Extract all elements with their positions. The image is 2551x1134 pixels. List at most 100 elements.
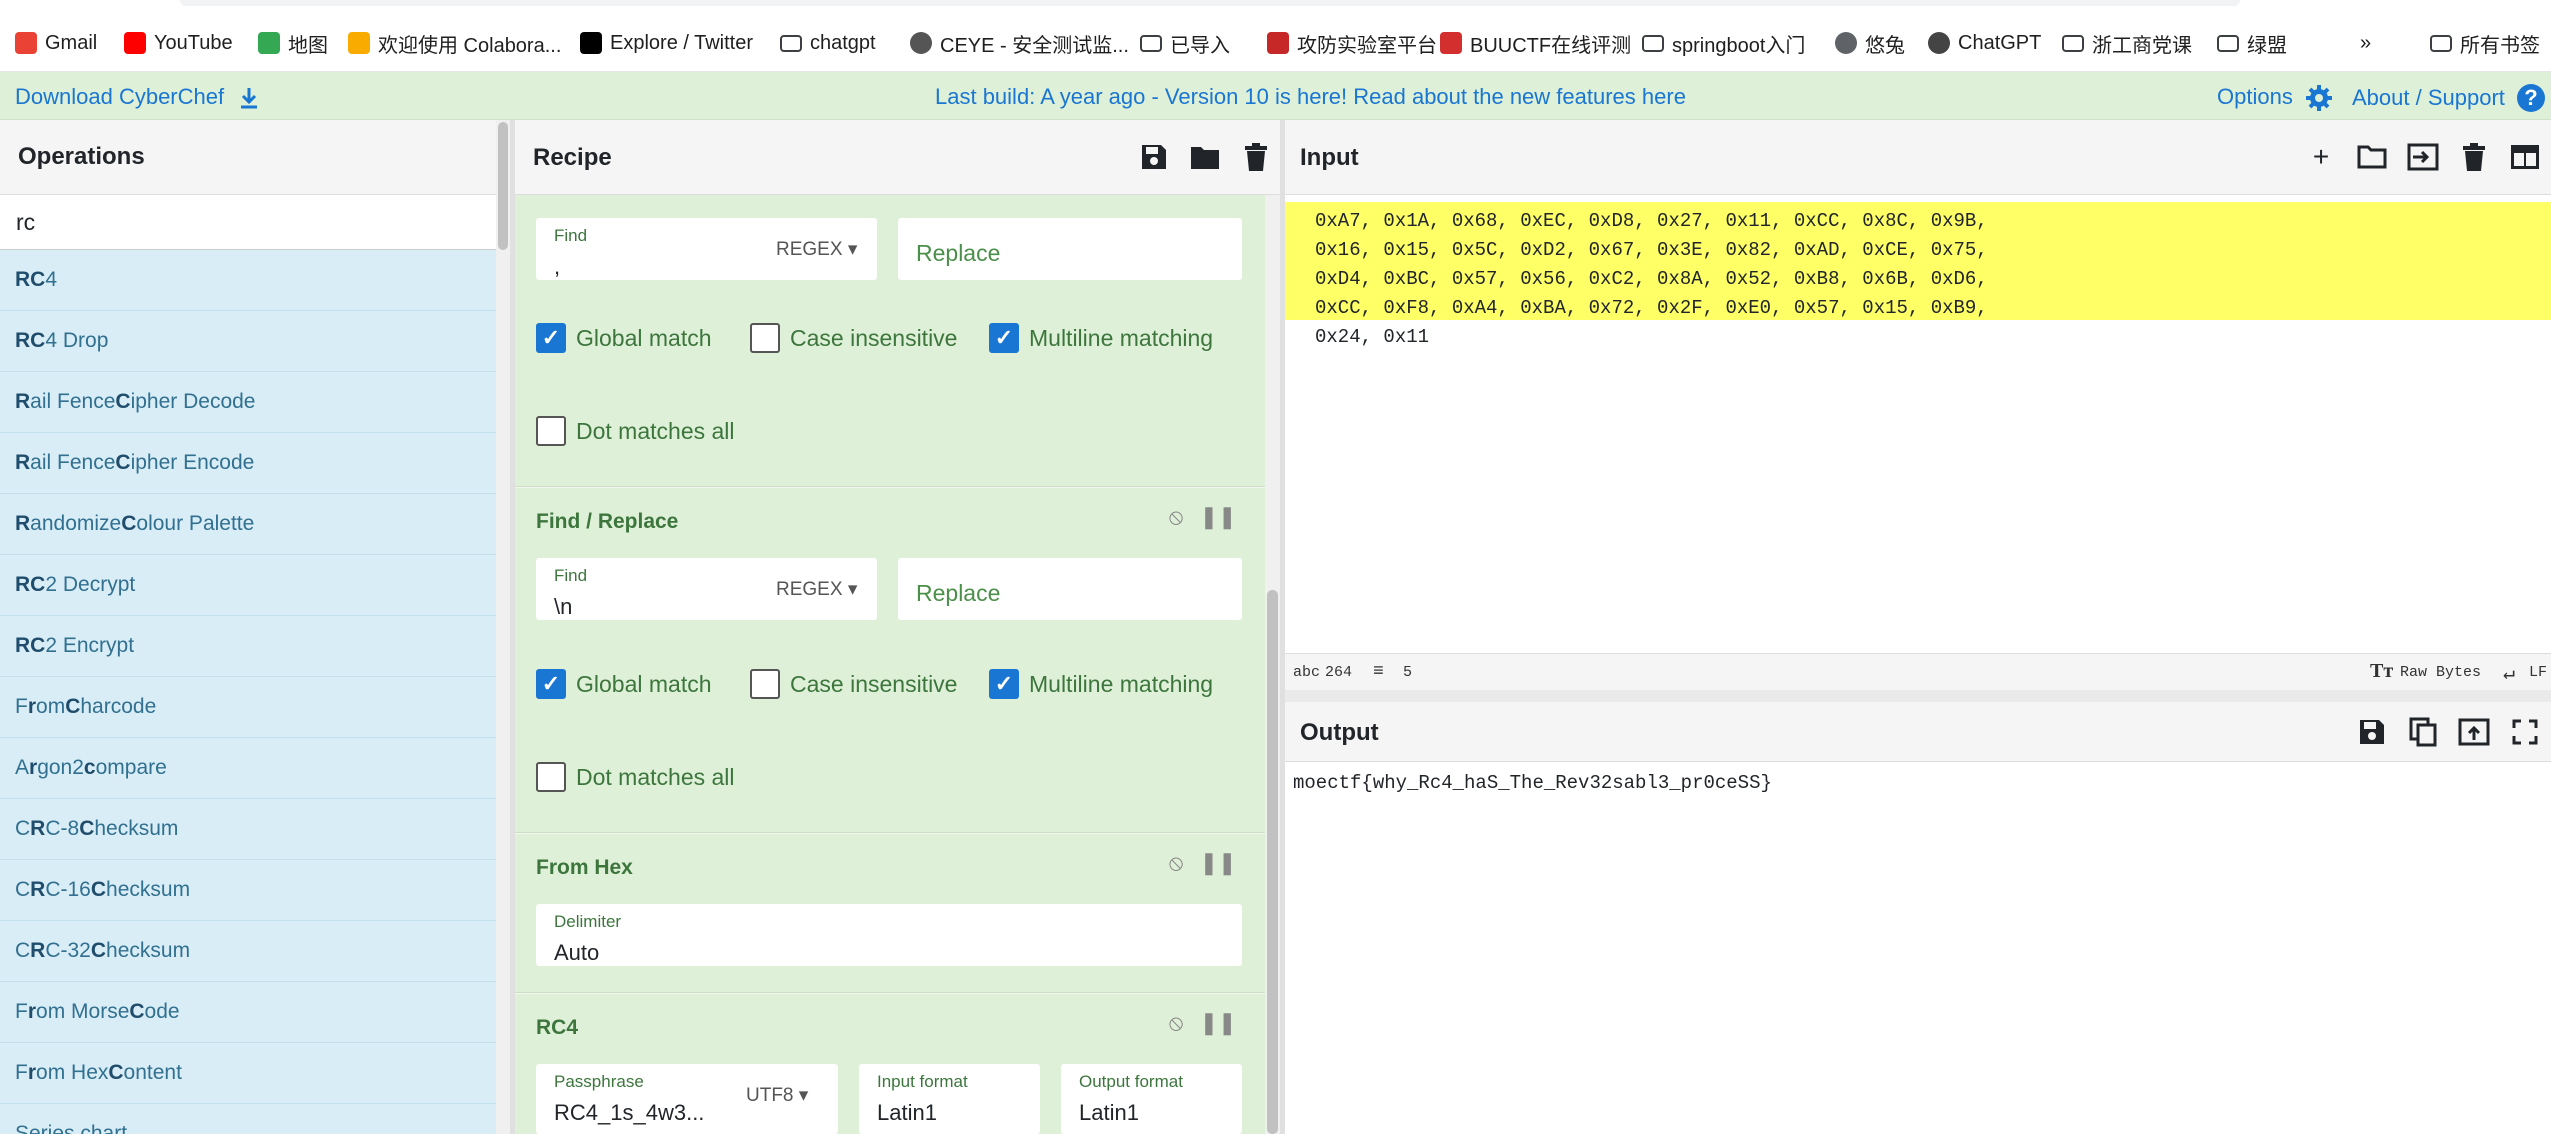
bookmark-1[interactable]: YouTube xyxy=(124,26,233,60)
replace-field-1[interactable]: Replace xyxy=(898,218,1242,280)
save-recipe-button[interactable] xyxy=(1137,140,1171,174)
open-folder-button[interactable] xyxy=(2406,140,2440,174)
output-panel: Output moectf{why_Rc4_haS_The_Rev32sabl3… xyxy=(1285,702,2551,1134)
find-field-1[interactable]: Find , REGEX ▾ xyxy=(536,218,877,280)
find-mode-dropdown-1[interactable]: REGEX ▾ xyxy=(776,238,857,261)
case-insensitive-checkbox-2[interactable]: Case insensitive xyxy=(750,669,957,699)
folder-icon xyxy=(1140,34,1162,52)
delimiter-field[interactable]: Delimiter Auto xyxy=(536,904,1242,966)
bookmark-6[interactable]: CEYE - 安全测试监... xyxy=(910,26,1129,60)
operation-item[interactable]: Fr om Hex Content xyxy=(0,1043,496,1104)
input-line: 0xA7, 0x1A, 0x68, 0xEC, 0xD8, 0x27, 0x11… xyxy=(1315,210,1988,232)
operation-item[interactable]: C R C-32 Checksum xyxy=(0,921,496,982)
operation-item[interactable]: Fr om Morse Code xyxy=(0,982,496,1043)
operation-item[interactable]: C R C-8 Checksum xyxy=(0,799,496,860)
bookmark-4[interactable]: Explore / Twitter xyxy=(580,26,753,60)
copy-output-button[interactable] xyxy=(2406,715,2440,749)
breakpoint-icon[interactable]: ❚❚ xyxy=(1200,848,1237,878)
bookmarks-more-button[interactable]: » xyxy=(2360,26,2371,60)
operation-item[interactable]: RC 2 Encrypt xyxy=(0,616,496,677)
bookmark-3[interactable]: 欢迎使用 Colabora... xyxy=(348,26,561,60)
folder-icon xyxy=(780,34,802,52)
output-format-field[interactable]: Output format Latin1 xyxy=(1061,1064,1242,1134)
load-recipe-button[interactable] xyxy=(1188,140,1222,174)
save-icon xyxy=(2360,720,2384,744)
operation-item[interactable]: RC 4 xyxy=(0,250,496,311)
operation-item[interactable]: Series chart xyxy=(0,1104,496,1134)
operation-title: Find / Replace xyxy=(536,510,679,533)
trash-icon xyxy=(2463,143,2485,171)
reset-layout-button[interactable] xyxy=(2508,140,2542,174)
input-format-field[interactable]: Input format Latin1 xyxy=(859,1064,1040,1134)
disable-icon[interactable]: ⦸ xyxy=(1161,1008,1191,1038)
recipe-header: Recipe xyxy=(515,120,1280,195)
operation-item[interactable]: RC 4 Drop xyxy=(0,311,496,372)
global-match-checkbox-1[interactable]: ✓ Global match xyxy=(536,323,712,353)
output-text[interactable]: moectf{why_Rc4_haS_The_Rev32sabl3_pr0ceS… xyxy=(1293,772,1772,794)
operation-item[interactable]: Rail Fence Cipher Decode xyxy=(0,372,496,433)
operation-item[interactable]: Randomize Colour Palette xyxy=(0,494,496,555)
operations-scrollbar[interactable] xyxy=(496,120,510,1134)
passphrase-encoding-dropdown[interactable]: UTF8 ▾ xyxy=(746,1084,808,1107)
operation-title: RC4 xyxy=(536,1016,579,1039)
passphrase-field[interactable]: Passphrase RC4_1s_4w3... UTF8 ▾ xyxy=(536,1064,838,1134)
case-insensitive-checkbox-1[interactable]: Case insensitive xyxy=(750,323,957,353)
operation-item[interactable]: Ar gon2 c ompare xyxy=(0,738,496,799)
options-button[interactable]: Options xyxy=(2217,84,2333,112)
input-line: 0xD4, 0xBC, 0x57, 0x56, 0xC2, 0x8A, 0x52… xyxy=(1315,268,1988,290)
clear-recipe-button[interactable] xyxy=(1239,140,1273,174)
copy-icon xyxy=(2409,717,2437,747)
multiline-checkbox-1[interactable]: ✓ Multiline matching xyxy=(989,323,1213,353)
dot-matches-all-checkbox-2[interactable]: Dot matches all xyxy=(536,762,735,792)
all-bookmarks-button[interactable]: 所有书签 xyxy=(2430,26,2540,60)
replace-input-button[interactable] xyxy=(2457,715,2491,749)
maximise-output-button[interactable] xyxy=(2508,715,2542,749)
recipe-scrollbar[interactable] xyxy=(1265,195,1280,1134)
bookmark-2[interactable]: 地图 xyxy=(258,26,328,60)
bookmark-10[interactable]: springboot入门 xyxy=(1642,26,1805,60)
disable-icon[interactable]: ⦸ xyxy=(1161,502,1191,532)
global-match-checkbox-2[interactable]: ✓ Global match xyxy=(536,669,712,699)
dot-matches-all-checkbox-1[interactable]: Dot matches all xyxy=(536,416,735,446)
operation-item[interactable]: C R C-16 Checksum xyxy=(0,860,496,921)
multiline-checkbox-2[interactable]: ✓ Multiline matching xyxy=(989,669,1213,699)
panel-resizer[interactable] xyxy=(1285,690,2551,702)
clear-input-button[interactable] xyxy=(2457,140,2491,174)
recipe-title: Recipe xyxy=(533,144,612,171)
input-length: 264 xyxy=(1325,664,1353,681)
input-textarea[interactable]: 0xA7, 0x1A, 0x68, 0xEC, 0xD8, 0x27, 0x11… xyxy=(1285,202,2551,348)
about-support-button[interactable]: About / Support ? xyxy=(2352,84,2546,112)
disable-icon[interactable]: ⦸ xyxy=(1161,848,1191,878)
bookmark-13[interactable]: 浙工商党课 xyxy=(2062,26,2192,60)
build-notice-link[interactable]: Last build: A year ago - Version 10 is h… xyxy=(935,84,1686,110)
caret-down-icon: ▾ xyxy=(798,1085,809,1106)
open-file-button[interactable] xyxy=(2355,140,2389,174)
replace-field-2[interactable]: Replace xyxy=(898,558,1242,620)
operations-search-input[interactable] xyxy=(0,195,496,250)
add-input-tab-button[interactable]: + xyxy=(2304,140,2338,174)
folder-icon xyxy=(1191,147,1219,169)
breakpoint-icon[interactable]: ❚❚ xyxy=(1200,502,1237,532)
bookmark-9[interactable]: BUUCTF在线评测 xyxy=(1440,26,1631,60)
operation-item[interactable]: RC 2 Decrypt xyxy=(0,555,496,616)
eol-button[interactable]: LF xyxy=(2529,664,2547,681)
length-label: abc xyxy=(1293,664,1321,681)
breakpoint-icon[interactable]: ❚❚ xyxy=(1200,1008,1237,1038)
globe-icon xyxy=(1835,32,1857,54)
raw-bytes-button[interactable]: Raw Bytes xyxy=(2400,664,2481,681)
bookmark-0[interactable]: Gmail xyxy=(15,26,97,60)
bookmark-5[interactable]: chatgpt xyxy=(780,26,876,60)
bookmark-8[interactable]: 攻防实验室平台 xyxy=(1267,26,1437,60)
lab-icon xyxy=(1267,32,1289,54)
download-icon xyxy=(241,88,258,109)
download-cyberchef-link[interactable]: Download CyberChef xyxy=(15,84,260,110)
save-output-button[interactable] xyxy=(2355,715,2389,749)
bookmark-14[interactable]: 绿盟 xyxy=(2217,26,2287,60)
operation-item[interactable]: Rail Fence Cipher Encode xyxy=(0,433,496,494)
find-field-2[interactable]: Find \n REGEX ▾ xyxy=(536,558,877,620)
operation-item[interactable]: Fr om Charcode xyxy=(0,677,496,738)
bookmark-11[interactable]: 悠兔 xyxy=(1835,26,1905,60)
bookmark-12[interactable]: ChatGPT xyxy=(1928,26,2041,60)
bookmark-7[interactable]: 已导入 xyxy=(1140,26,1230,60)
find-mode-dropdown-2[interactable]: REGEX ▾ xyxy=(776,578,857,601)
